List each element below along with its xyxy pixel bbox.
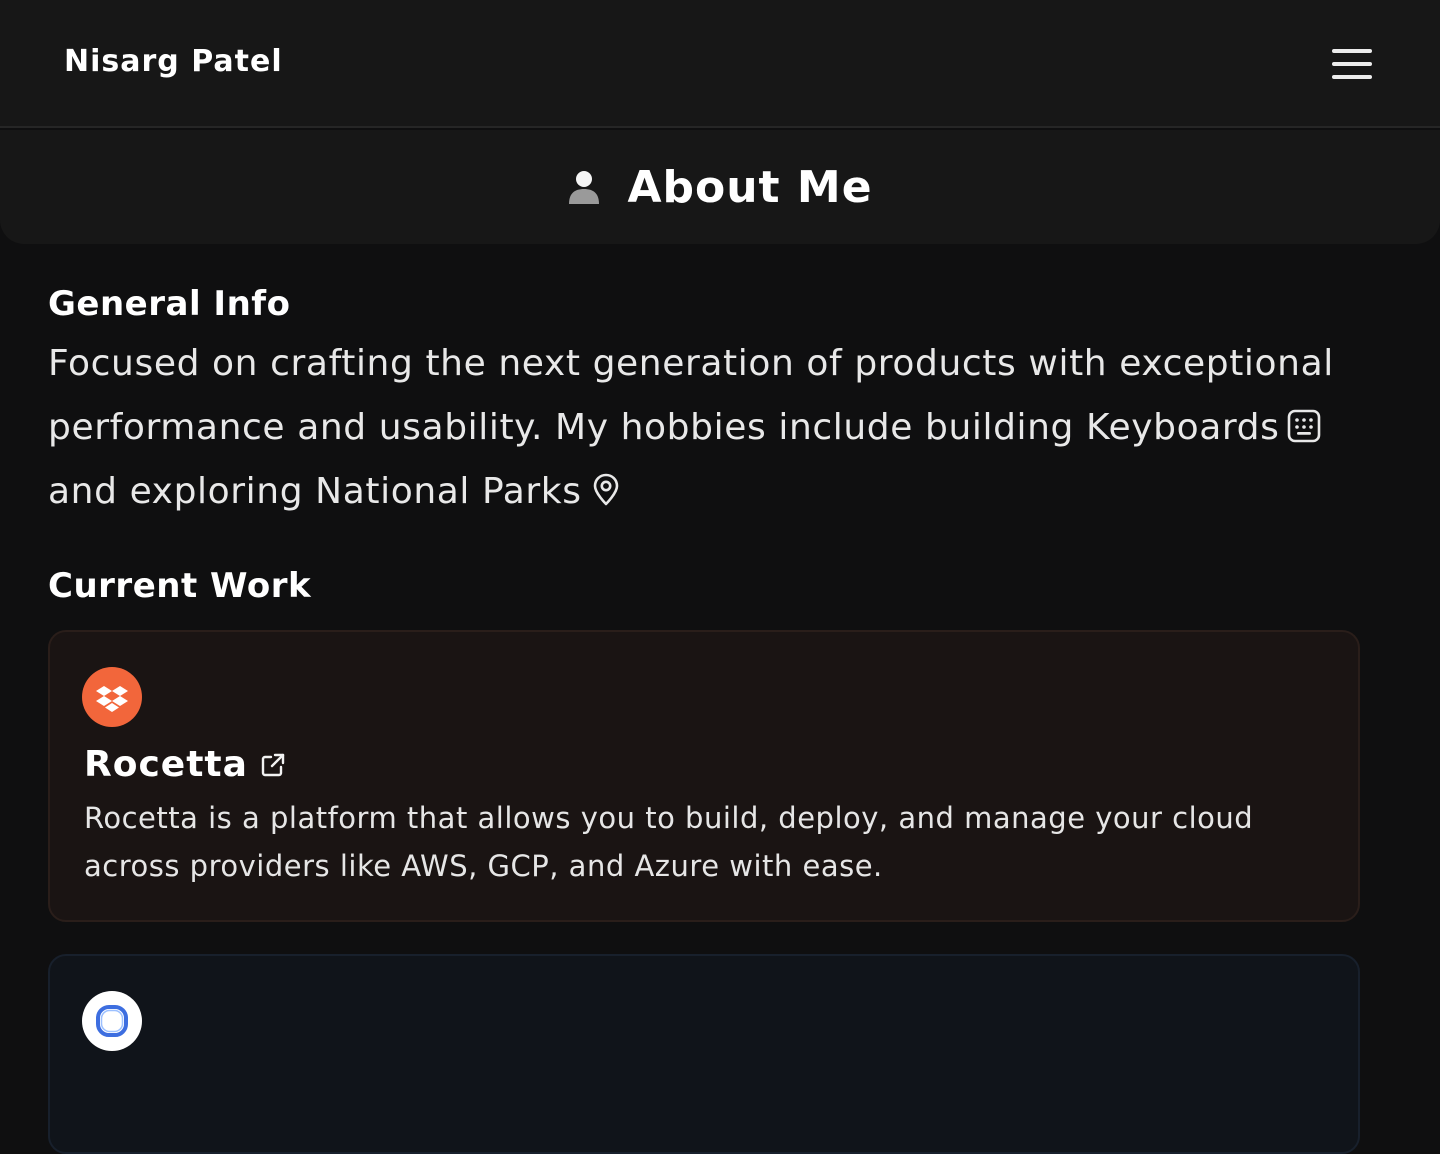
person-icon bbox=[569, 171, 600, 204]
menu-line bbox=[1332, 49, 1372, 53]
menu-line bbox=[1332, 75, 1372, 79]
keyboard-icon bbox=[1288, 409, 1321, 443]
general-info-parks: and exploring National Parks bbox=[48, 471, 582, 512]
menu-line bbox=[1332, 62, 1372, 66]
external-link-icon[interactable] bbox=[260, 752, 286, 778]
work-card-second[interactable] bbox=[48, 954, 1360, 1154]
ring-logo-icon bbox=[96, 1005, 128, 1037]
hamburger-menu-icon[interactable] bbox=[1324, 42, 1380, 86]
general-info-heading: General Info bbox=[48, 284, 291, 324]
work-name-rocetta[interactable]: Rocetta bbox=[84, 744, 286, 785]
general-info-sentence: Focused on crafting the next generation … bbox=[48, 343, 1334, 448]
about-me-header: About Me bbox=[0, 130, 1440, 244]
work-card-rocetta[interactable]: Rocetta Rocetta is a platform that allow… bbox=[48, 630, 1360, 922]
work-name-label: Rocetta bbox=[84, 744, 248, 785]
work-description-rocetta: Rocetta is a platform that allows you to… bbox=[84, 801, 1254, 883]
rocetta-logo bbox=[82, 667, 142, 727]
dropbox-style-logo-icon bbox=[96, 686, 128, 712]
page-title: About Me bbox=[627, 161, 873, 213]
general-info-text: Focused on crafting the next generation … bbox=[48, 332, 1348, 524]
brand-name[interactable]: Nisarg Patel bbox=[64, 44, 283, 79]
second-work-logo bbox=[82, 991, 142, 1051]
current-work-heading: Current Work bbox=[48, 566, 312, 606]
top-nav-bar: Nisarg Patel bbox=[0, 0, 1440, 128]
map-pin-icon bbox=[593, 473, 618, 506]
